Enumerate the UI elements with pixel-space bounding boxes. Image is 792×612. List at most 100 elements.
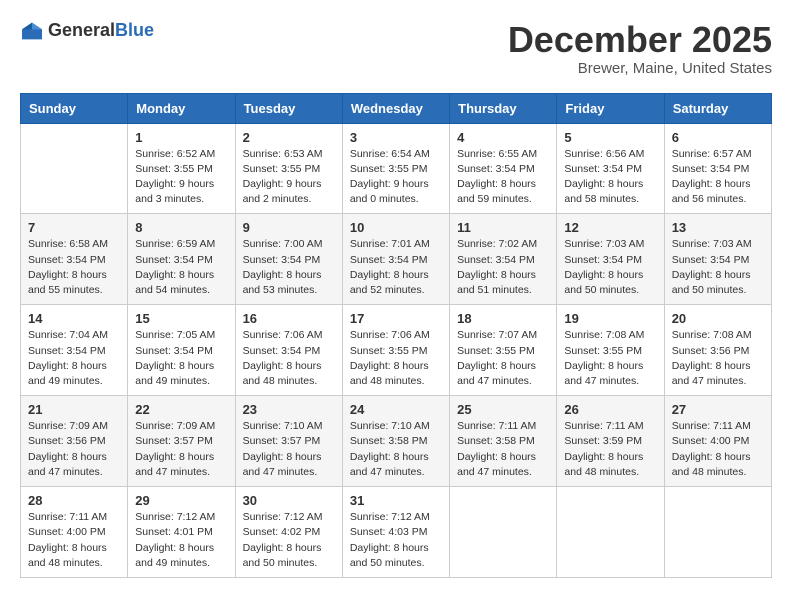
- day-number: 26: [564, 402, 656, 417]
- calendar-cell: 12 Sunrise: 7:03 AM Sunset: 3:54 PM Dayli…: [557, 214, 664, 305]
- calendar-cell: 23 Sunrise: 7:10 AM Sunset: 3:57 PM Dayli…: [235, 396, 342, 487]
- day-info: Sunrise: 7:03 AM Sunset: 3:54 PM Dayligh…: [672, 237, 764, 298]
- calendar-cell: 20 Sunrise: 7:08 AM Sunset: 3:56 PM Dayli…: [664, 305, 771, 396]
- day-info: Sunrise: 7:09 AM Sunset: 3:56 PM Dayligh…: [28, 419, 120, 480]
- day-info: Sunrise: 6:54 AM Sunset: 3:55 PM Dayligh…: [350, 147, 442, 208]
- page-header: General Blue December 2025 Brewer, Maine…: [20, 20, 772, 77]
- calendar-cell: 22 Sunrise: 7:09 AM Sunset: 3:57 PM Dayli…: [128, 396, 235, 487]
- day-number: 9: [243, 220, 335, 235]
- day-header-thursday: Thursday: [450, 93, 557, 123]
- calendar-cell: [557, 487, 664, 578]
- day-header-wednesday: Wednesday: [342, 93, 449, 123]
- day-header-tuesday: Tuesday: [235, 93, 342, 123]
- calendar-cell: 8Sunrise: 6:59 AM Sunset: 3:54 PM Daylig…: [128, 214, 235, 305]
- day-number: 20: [672, 311, 764, 326]
- day-info: Sunrise: 7:07 AM Sunset: 3:55 PM Dayligh…: [457, 328, 549, 389]
- calendar-cell: 10 Sunrise: 7:01 AM Sunset: 3:54 PM Dayli…: [342, 214, 449, 305]
- calendar-cell: 18Sunrise: 7:07 AM Sunset: 3:55 PM Dayli…: [450, 305, 557, 396]
- day-number: 15: [135, 311, 227, 326]
- calendar-cell: [21, 123, 128, 214]
- calendar-cell: 15Sunrise: 7:05 AM Sunset: 3:54 PM Dayli…: [128, 305, 235, 396]
- calendar-cell: 31Sunrise: 7:12 AM Sunset: 4:03 PM Dayli…: [342, 487, 449, 578]
- day-number: 30: [243, 493, 335, 508]
- day-info: Sunrise: 7:10 AM Sunset: 3:58 PM Dayligh…: [350, 419, 442, 480]
- calendar-week-2: 7Sunrise: 6:58 AM Sunset: 3:54 PM Daylig…: [21, 214, 772, 305]
- day-info: Sunrise: 7:06 AM Sunset: 3:55 PM Dayligh…: [350, 328, 442, 389]
- day-number: 25: [457, 402, 549, 417]
- calendar-cell: 25 Sunrise: 7:11 AM Sunset: 3:58 PM Dayli…: [450, 396, 557, 487]
- calendar-cell: 3 Sunrise: 6:54 AM Sunset: 3:55 PM Daylig…: [342, 123, 449, 214]
- calendar-cell: 17Sunrise: 7:06 AM Sunset: 3:55 PM Dayli…: [342, 305, 449, 396]
- calendar-week-5: 28 Sunrise: 7:11 AM Sunset: 4:00 PM Dayli…: [21, 487, 772, 578]
- day-number: 5: [564, 130, 656, 145]
- calendar-week-4: 21 Sunrise: 7:09 AM Sunset: 3:56 PM Dayli…: [21, 396, 772, 487]
- day-info: Sunrise: 7:02 AM Sunset: 3:54 PM Dayligh…: [457, 237, 549, 298]
- day-info: Sunrise: 7:06 AM Sunset: 3:54 PM Dayligh…: [243, 328, 335, 389]
- calendar-cell: 7Sunrise: 6:58 AM Sunset: 3:54 PM Daylig…: [21, 214, 128, 305]
- day-number: 29: [135, 493, 227, 508]
- calendar-cell: 14 Sunrise: 7:04 AM Sunset: 3:54 PM Dayli…: [21, 305, 128, 396]
- day-number: 8: [135, 220, 227, 235]
- day-info: Sunrise: 6:53 AM Sunset: 3:55 PM Dayligh…: [243, 147, 335, 208]
- calendar-cell: 27Sunrise: 7:11 AM Sunset: 4:00 PM Dayli…: [664, 396, 771, 487]
- calendar-cell: 13 Sunrise: 7:03 AM Sunset: 3:54 PM Dayli…: [664, 214, 771, 305]
- day-number: 10: [350, 220, 442, 235]
- day-number: 11: [457, 220, 549, 235]
- day-info: Sunrise: 7:04 AM Sunset: 3:54 PM Dayligh…: [28, 328, 120, 389]
- logo-general: General: [48, 20, 115, 41]
- day-info: Sunrise: 6:57 AM Sunset: 3:54 PM Dayligh…: [672, 147, 764, 208]
- calendar-cell: 9 Sunrise: 7:00 AM Sunset: 3:54 PM Daylig…: [235, 214, 342, 305]
- day-info: Sunrise: 7:10 AM Sunset: 3:57 PM Dayligh…: [243, 419, 335, 480]
- day-number: 3: [350, 130, 442, 145]
- day-number: 12: [564, 220, 656, 235]
- day-info: Sunrise: 7:12 AM Sunset: 4:01 PM Dayligh…: [135, 510, 227, 571]
- calendar-cell: 1 Sunrise: 6:52 AM Sunset: 3:55 PM Daylig…: [128, 123, 235, 214]
- day-number: 1: [135, 130, 227, 145]
- calendar-cell: 26Sunrise: 7:11 AM Sunset: 3:59 PM Dayli…: [557, 396, 664, 487]
- day-header-monday: Monday: [128, 93, 235, 123]
- calendar-cell: 2 Sunrise: 6:53 AM Sunset: 3:55 PM Daylig…: [235, 123, 342, 214]
- day-number: 21: [28, 402, 120, 417]
- day-info: Sunrise: 7:03 AM Sunset: 3:54 PM Dayligh…: [564, 237, 656, 298]
- calendar-cell: 11 Sunrise: 7:02 AM Sunset: 3:54 PM Dayli…: [450, 214, 557, 305]
- calendar-week-1: 1 Sunrise: 6:52 AM Sunset: 3:55 PM Daylig…: [21, 123, 772, 214]
- calendar-cell: 24Sunrise: 7:10 AM Sunset: 3:58 PM Dayli…: [342, 396, 449, 487]
- day-number: 28: [28, 493, 120, 508]
- calendar-table: SundayMondayTuesdayWednesdayThursdayFrid…: [20, 93, 772, 578]
- day-info: Sunrise: 6:55 AM Sunset: 3:54 PM Dayligh…: [457, 147, 549, 208]
- calendar-cell: [664, 487, 771, 578]
- day-number: 6: [672, 130, 764, 145]
- calendar-cell: 19Sunrise: 7:08 AM Sunset: 3:55 PM Dayli…: [557, 305, 664, 396]
- day-info: Sunrise: 7:12 AM Sunset: 4:02 PM Dayligh…: [243, 510, 335, 571]
- day-info: Sunrise: 7:01 AM Sunset: 3:54 PM Dayligh…: [350, 237, 442, 298]
- day-info: Sunrise: 7:11 AM Sunset: 3:58 PM Dayligh…: [457, 419, 549, 480]
- day-number: 22: [135, 402, 227, 417]
- location-subtitle: Brewer, Maine, United States: [508, 60, 772, 77]
- day-number: 23: [243, 402, 335, 417]
- day-info: Sunrise: 7:09 AM Sunset: 3:57 PM Dayligh…: [135, 419, 227, 480]
- day-info: Sunrise: 7:08 AM Sunset: 3:56 PM Dayligh…: [672, 328, 764, 389]
- day-info: Sunrise: 7:00 AM Sunset: 3:54 PM Dayligh…: [243, 237, 335, 298]
- day-header-sunday: Sunday: [21, 93, 128, 123]
- day-info: Sunrise: 6:52 AM Sunset: 3:55 PM Dayligh…: [135, 147, 227, 208]
- logo-blue: Blue: [115, 20, 154, 41]
- day-number: 4: [457, 130, 549, 145]
- calendar-cell: 30 Sunrise: 7:12 AM Sunset: 4:02 PM Dayli…: [235, 487, 342, 578]
- day-number: 2: [243, 130, 335, 145]
- day-header-friday: Friday: [557, 93, 664, 123]
- calendar-cell: 5 Sunrise: 6:56 AM Sunset: 3:54 PM Daylig…: [557, 123, 664, 214]
- calendar-cell: 6 Sunrise: 6:57 AM Sunset: 3:54 PM Daylig…: [664, 123, 771, 214]
- day-info: Sunrise: 6:56 AM Sunset: 3:54 PM Dayligh…: [564, 147, 656, 208]
- day-info: Sunrise: 7:11 AM Sunset: 4:00 PM Dayligh…: [28, 510, 120, 571]
- logo: General Blue: [20, 20, 154, 41]
- calendar-cell: 29 Sunrise: 7:12 AM Sunset: 4:01 PM Dayli…: [128, 487, 235, 578]
- day-number: 31: [350, 493, 442, 508]
- calendar-cell: 4 Sunrise: 6:55 AM Sunset: 3:54 PM Daylig…: [450, 123, 557, 214]
- day-number: 14: [28, 311, 120, 326]
- logo-text: General Blue: [48, 20, 154, 41]
- calendar-header-row: SundayMondayTuesdayWednesdayThursdayFrid…: [21, 93, 772, 123]
- day-number: 13: [672, 220, 764, 235]
- month-year-title: December 2025: [508, 20, 772, 60]
- day-number: 27: [672, 402, 764, 417]
- logo-icon: [20, 21, 44, 41]
